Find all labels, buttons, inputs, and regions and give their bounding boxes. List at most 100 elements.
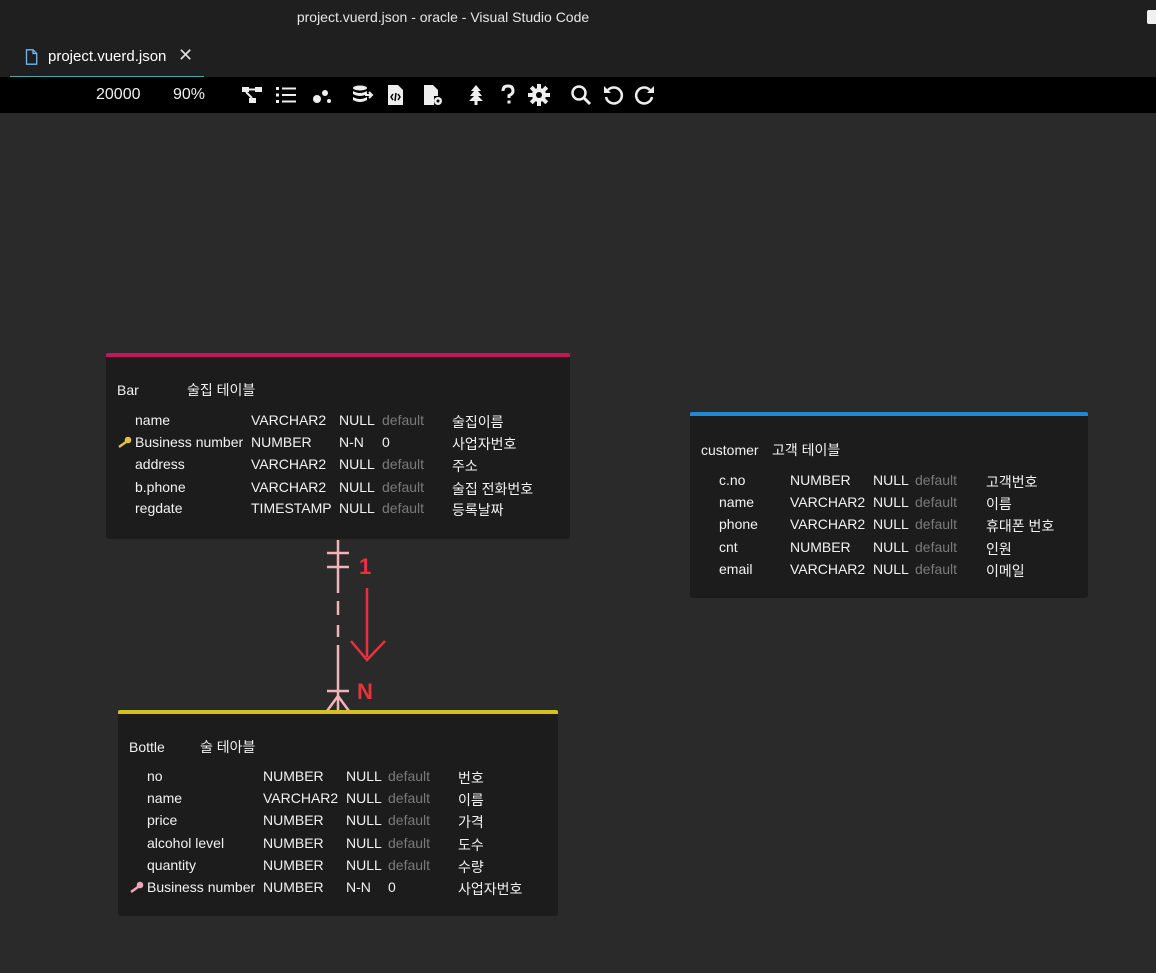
column-null[interactable]: NULL [339, 456, 375, 472]
column-type[interactable]: VARCHAR2 [790, 516, 865, 532]
table-name[interactable]: customer [701, 442, 772, 458]
column-name[interactable]: phone [719, 516, 758, 532]
column-comment[interactable]: 고객번호 [986, 472, 1038, 492]
canvas-width-input[interactable]: 20000 [96, 86, 141, 104]
column-name[interactable]: price [147, 812, 177, 828]
column-type[interactable]: VARCHAR2 [263, 790, 338, 806]
column-type[interactable]: VARCHAR2 [251, 412, 326, 428]
table-comment[interactable]: 술집 테이블 [187, 380, 255, 400]
column-default[interactable]: default [388, 812, 430, 828]
column-type[interactable]: NUMBER [263, 857, 324, 873]
column-comment[interactable]: 인원 [986, 539, 1012, 559]
window-control[interactable] [1147, 10, 1156, 24]
column-null[interactable]: NULL [346, 812, 382, 828]
database-export-icon[interactable] [350, 83, 374, 107]
undo-icon[interactable] [601, 83, 625, 107]
column-null[interactable]: NULL [873, 516, 909, 532]
relationship-icon[interactable] [240, 83, 264, 107]
help-icon[interactable] [496, 83, 520, 107]
column-comment[interactable]: 주소 [452, 456, 478, 476]
column-default[interactable]: default [915, 539, 957, 555]
column-null[interactable]: NULL [346, 835, 382, 851]
column-default[interactable]: default [915, 472, 957, 488]
column-comment[interactable]: 술집 전화번호 [452, 479, 533, 499]
erd-canvas[interactable]: 1 N Bar 술집 테이블 name VARCHAR2 NULL default… [0, 113, 1156, 973]
column-type[interactable]: NUMBER [251, 434, 312, 450]
column-default[interactable]: default [382, 500, 424, 516]
column-default[interactable]: default [388, 835, 430, 851]
column-name[interactable]: Business number [147, 879, 255, 895]
column-default[interactable]: default [388, 768, 430, 784]
column-type[interactable]: NUMBER [263, 879, 324, 895]
column-null[interactable]: NULL [346, 790, 382, 806]
tab-project-vuerd[interactable]: project.vuerd.json ✕ [10, 36, 204, 77]
table-comment[interactable]: 고객 테이블 [772, 440, 840, 460]
column-name[interactable]: name [135, 412, 170, 428]
table-name[interactable]: Bar [117, 382, 187, 398]
column-type[interactable]: VARCHAR2 [251, 456, 326, 472]
column-name[interactable]: cnt [719, 539, 738, 555]
file-settings-icon[interactable] [420, 83, 444, 107]
column-comment[interactable]: 이름 [986, 494, 1012, 514]
column-default[interactable]: default [388, 857, 430, 873]
column-name[interactable]: name [719, 494, 754, 510]
column-type[interactable]: VARCHAR2 [251, 479, 326, 495]
column-null[interactable]: N-N [346, 879, 371, 895]
table-name[interactable]: Bottle [129, 739, 200, 755]
column-default[interactable]: default [388, 790, 430, 806]
zoom-level-input[interactable]: 90% [173, 86, 205, 104]
column-type[interactable]: TIMESTAMP [251, 500, 332, 516]
column-name[interactable]: b.phone [135, 479, 186, 495]
column-name[interactable]: Business number [135, 434, 243, 450]
column-null[interactable]: NULL [873, 539, 909, 555]
column-default[interactable]: default [915, 516, 957, 532]
column-comment[interactable]: 번호 [458, 768, 484, 788]
column-name[interactable]: email [719, 561, 752, 577]
column-name[interactable]: alcohol level [147, 835, 224, 851]
column-null[interactable]: NULL [346, 857, 382, 873]
search-icon[interactable] [569, 83, 593, 107]
column-default[interactable]: default [915, 494, 957, 510]
column-comment[interactable]: 가격 [458, 812, 484, 832]
column-null[interactable]: NULL [873, 472, 909, 488]
column-null[interactable]: N-N [339, 434, 364, 450]
column-name[interactable]: quantity [147, 857, 196, 873]
column-null[interactable]: NULL [346, 768, 382, 784]
column-comment[interactable]: 이름 [458, 790, 484, 810]
table-comment[interactable]: 술 테아블 [200, 737, 255, 757]
table-bar[interactable]: Bar 술집 테이블 name VARCHAR2 NULL default 술집이… [106, 353, 570, 539]
column-comment[interactable]: 수량 [458, 857, 484, 877]
column-null[interactable]: NULL [873, 561, 909, 577]
column-default[interactable]: 0 [382, 434, 390, 450]
column-type[interactable]: NUMBER [790, 539, 851, 555]
column-default[interactable]: 0 [388, 879, 396, 895]
column-comment[interactable]: 도수 [458, 835, 484, 855]
column-type[interactable]: NUMBER [790, 472, 851, 488]
column-null[interactable]: NULL [873, 494, 909, 510]
column-default[interactable]: default [382, 412, 424, 428]
column-name[interactable]: name [147, 790, 182, 806]
tree-icon[interactable] [464, 83, 488, 107]
list-icon[interactable] [274, 83, 298, 107]
column-name[interactable]: regdate [135, 500, 182, 516]
visualization-icon[interactable] [310, 83, 334, 107]
column-name[interactable]: no [147, 768, 163, 784]
column-type[interactable]: NUMBER [263, 812, 324, 828]
column-type[interactable]: VARCHAR2 [790, 561, 865, 577]
column-type[interactable]: NUMBER [263, 835, 324, 851]
column-null[interactable]: NULL [339, 479, 375, 495]
column-name[interactable]: c.no [719, 472, 745, 488]
redo-icon[interactable] [633, 83, 657, 107]
column-comment[interactable]: 술집이름 [452, 412, 504, 432]
column-comment[interactable]: 등록날짜 [452, 500, 504, 520]
column-default[interactable]: default [915, 561, 957, 577]
table-customer[interactable]: customer 고객 테이블 c.no NUMBER NULL default … [690, 412, 1088, 598]
column-comment[interactable]: 이메일 [986, 561, 1025, 581]
column-type[interactable]: NUMBER [263, 768, 324, 784]
column-comment[interactable]: 사업자번호 [452, 434, 516, 454]
column-null[interactable]: NULL [339, 412, 375, 428]
close-icon[interactable]: ✕ [178, 45, 193, 66]
column-comment[interactable]: 사업자번호 [458, 879, 522, 899]
column-name[interactable]: address [135, 456, 185, 472]
column-type[interactable]: VARCHAR2 [790, 494, 865, 510]
